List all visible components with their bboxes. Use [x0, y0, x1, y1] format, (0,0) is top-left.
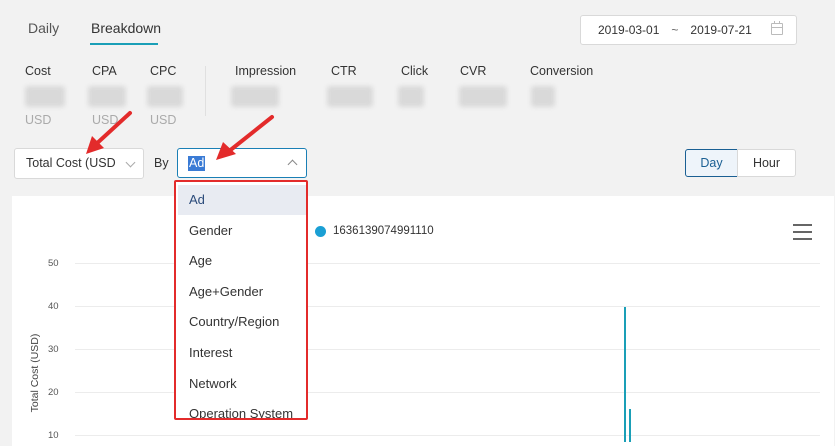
metric-label-cpa: CPA: [92, 64, 117, 78]
metric-label-ctr: CTR: [331, 64, 357, 78]
metric-label-conversion: Conversion: [530, 64, 594, 78]
legend-marker[interactable]: [315, 226, 326, 237]
metric-value-cost-redacted: [25, 86, 65, 107]
chevron-down-icon[interactable]: [125, 157, 136, 168]
dropdown-option-network[interactable]: Network: [178, 369, 306, 399]
dropdown-option-operation-system[interactable]: Operation System: [178, 399, 306, 418]
dropdown-option-interest[interactable]: Interest: [178, 338, 306, 368]
granularity-hour-button[interactable]: Hour: [737, 149, 796, 177]
y-tick-label: 20: [48, 387, 59, 398]
date-range-picker[interactable]: 2019-03-01 ~ 2019-07-21: [580, 15, 797, 45]
hamburger-menu-icon[interactable]: [793, 224, 812, 245]
dropdown-option-gender[interactable]: Gender: [178, 216, 306, 246]
metric-label-impression: Impression: [235, 64, 297, 78]
metric-value-cvr-redacted: [459, 86, 507, 107]
y-tick-label: 10: [48, 430, 59, 441]
metric-value-conversion-redacted: [531, 86, 555, 107]
metric-value-cpc-redacted: [147, 86, 183, 107]
active-tab-indicator: [90, 43, 158, 45]
metric-value-cpa-redacted: [88, 86, 126, 107]
gridline: [75, 435, 820, 436]
metric-label-cpc: CPC: [150, 64, 177, 78]
dropdown-option-age-gender[interactable]: Age+Gender: [178, 277, 306, 307]
date-start[interactable]: 2019-03-01: [598, 23, 659, 37]
metric-label-cvr: CVR: [460, 64, 487, 78]
metric-value-impression-redacted: [231, 86, 279, 107]
metric-unit-cpc: USD: [150, 113, 177, 127]
annotation-arrow-icon: [86, 111, 132, 154]
y-tick-label: 30: [48, 344, 59, 355]
y-tick-label: 40: [48, 301, 59, 312]
granularity-day-button[interactable]: Day: [685, 149, 738, 177]
breakdown-select-value: Ad: [188, 156, 206, 171]
metric-value-click-redacted: [398, 86, 424, 107]
series-spike: [629, 409, 631, 442]
y-tick-label: 50: [48, 258, 59, 269]
series-spike: [624, 307, 626, 442]
tab-daily[interactable]: Daily: [28, 20, 59, 36]
tab-breakdown[interactable]: Breakdown: [91, 20, 161, 36]
dropdown-option-ad[interactable]: Ad: [178, 185, 306, 215]
metric-label-cost: Cost: [25, 64, 51, 78]
date-separator: ~: [671, 23, 679, 37]
y-axis-label: Total Cost (USD): [29, 333, 41, 413]
date-end[interactable]: 2019-07-21: [690, 23, 751, 37]
by-label: By: [154, 156, 169, 170]
chevron-up-icon[interactable]: [287, 159, 298, 170]
metric-value-ctr-redacted: [327, 86, 373, 107]
metric-label-click: Click: [401, 64, 429, 78]
legend-label[interactable]: 1636139074991110: [333, 225, 434, 237]
metric-unit-cost: USD: [25, 113, 52, 127]
metrics-divider: [205, 66, 206, 116]
breakdown-dropdown-menu: Ad Gender Age Age+Gender Country/Region …: [174, 180, 308, 420]
dropdown-option-country-region[interactable]: Country/Region: [178, 307, 306, 337]
dropdown-option-age[interactable]: Age: [178, 246, 306, 276]
annotation-arrow-icon: [216, 115, 274, 160]
calendar-icon[interactable]: [771, 21, 783, 35]
metric-select-value: Total Cost (USD: [26, 156, 116, 170]
